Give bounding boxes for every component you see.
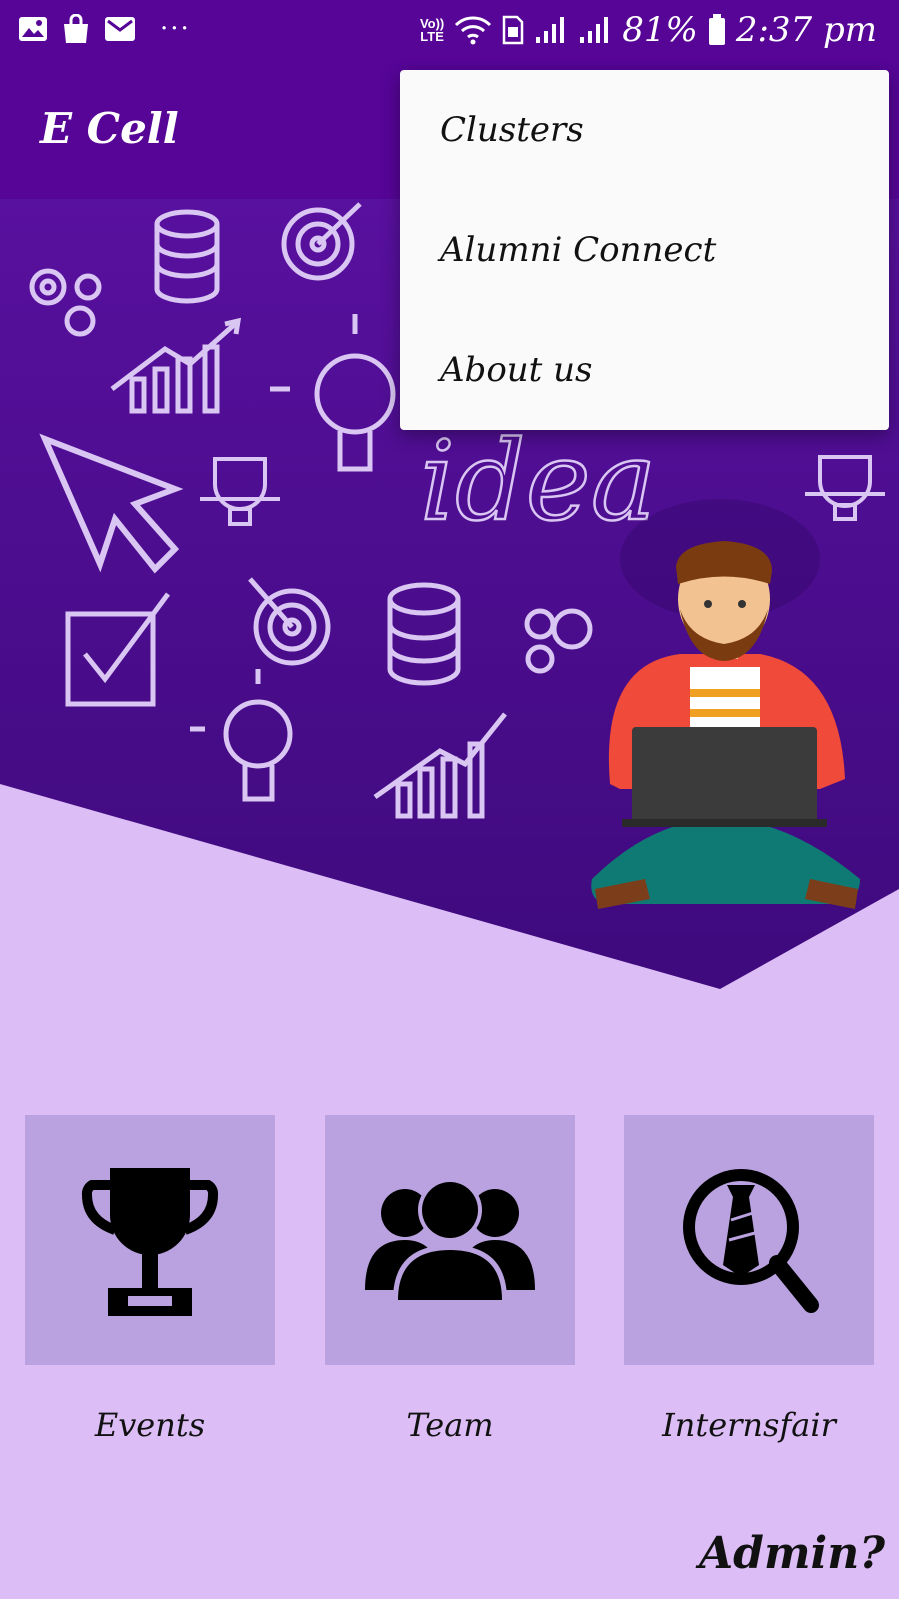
signal-icon-1	[536, 17, 565, 43]
events-tile[interactable]	[25, 1115, 275, 1365]
sim-icon	[503, 15, 524, 45]
trophy-icon	[81, 1168, 219, 1316]
wifi-icon	[455, 16, 492, 45]
menu-item-about-us[interactable]: About us	[400, 310, 889, 430]
battery-percent: 81%	[622, 10, 698, 50]
image-icon	[19, 17, 47, 41]
app-title: E Cell	[40, 104, 179, 153]
internsfair-tile[interactable]	[624, 1115, 874, 1365]
overflow-menu: Clusters Alumni Connect About us	[400, 70, 889, 430]
events-label: Events	[94, 1406, 206, 1444]
menu-item-alumni-connect[interactable]: Alumni Connect	[400, 190, 889, 310]
volte-indicator: Vo)) LTE	[419, 16, 445, 44]
battery-icon	[708, 14, 725, 45]
team-label: Team	[406, 1406, 494, 1444]
group-icon	[365, 1178, 535, 1300]
clock: 2:37 pm	[735, 10, 877, 50]
shopping-bag-icon	[64, 14, 88, 43]
signal-icon-2	[580, 17, 609, 43]
menu-item-clusters[interactable]: Clusters	[400, 70, 889, 190]
illustration-text: idea	[420, 417, 656, 545]
admin-link[interactable]: Admin?	[699, 1528, 885, 1579]
status-bar: ··· Vo)) LTE 81% 2:37 pm	[0, 0, 899, 64]
search-job-icon	[683, 1169, 819, 1313]
more-icon: ···	[160, 14, 191, 44]
mail-icon	[105, 17, 135, 41]
team-tile[interactable]	[325, 1115, 575, 1365]
internsfair-label: Internsfair	[662, 1406, 836, 1444]
